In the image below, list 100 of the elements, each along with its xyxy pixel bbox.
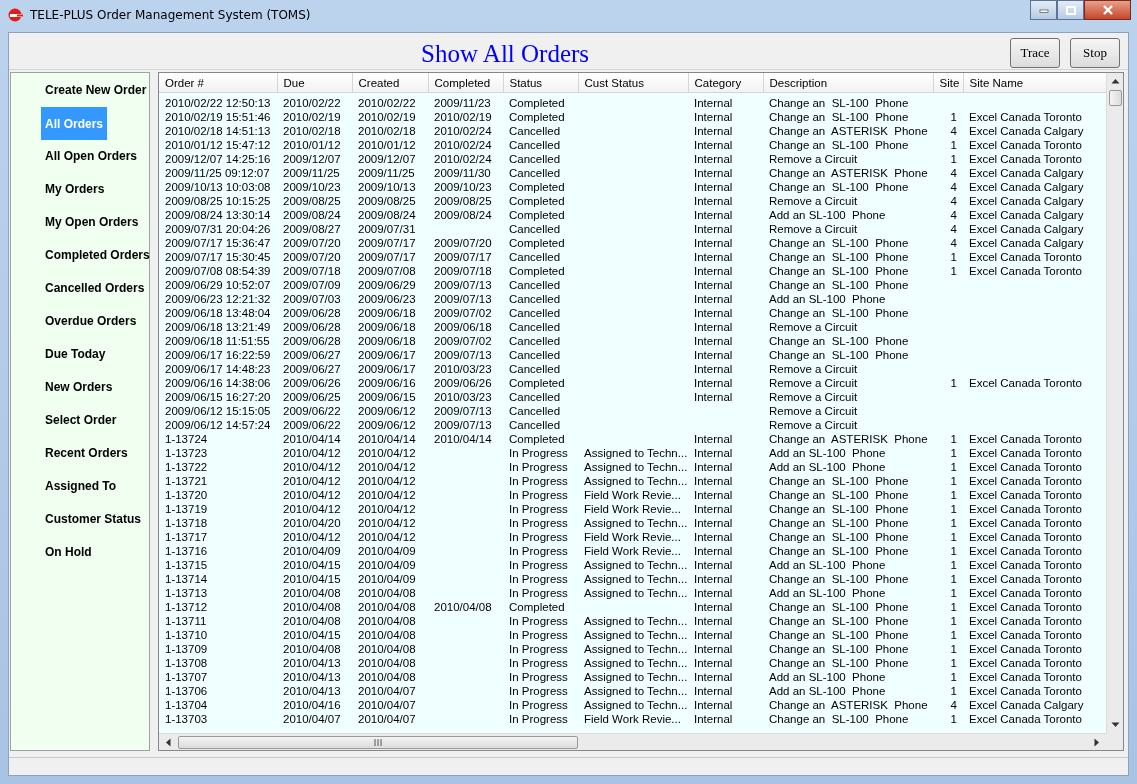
table-cell: Internal — [694, 139, 733, 151]
table-cell: Completed — [509, 377, 565, 389]
column-header[interactable]: Category — [688, 73, 763, 93]
table-cell: 2010/03/23 — [434, 363, 492, 375]
sidebar-item[interactable]: My Orders — [43, 179, 107, 199]
scroll-left-icon[interactable] — [165, 737, 171, 747]
table-cell: 2009/06/18 13:21:49 — [165, 321, 271, 333]
toolbar-button[interactable]: Trace — [1010, 38, 1060, 68]
column-header[interactable]: Description — [763, 73, 933, 93]
table-cell: Internal — [694, 699, 733, 711]
table-cell: Internal — [694, 475, 733, 487]
sidebar-item[interactable]: Cancelled Orders — [43, 278, 147, 298]
table-cell: 2009/10/23 — [434, 181, 492, 193]
table-cell: 2009/07/17 15:30:45 — [165, 251, 271, 263]
column-header[interactable]: Completed — [428, 73, 503, 93]
table-cell: Add an SL-100 Phone — [769, 293, 886, 305]
table-cell: Change an SL-100 Phone — [769, 489, 909, 501]
sidebar-item[interactable]: My Open Orders — [43, 212, 141, 232]
table-cell: 1-13718 — [165, 517, 208, 529]
table-cell: In Progress — [509, 671, 568, 683]
sidebar-item[interactable]: Assigned To — [43, 476, 119, 496]
table-cell: 2009/07/02 — [434, 307, 492, 319]
sidebar-item[interactable]: Recent Orders — [43, 443, 130, 463]
table-cell: 1-13714 — [165, 573, 208, 585]
table-cell: Cancelled — [509, 153, 561, 165]
table-cell: Excel Canada Toronto — [969, 629, 1082, 641]
minimize-button[interactable] — [1030, 0, 1057, 20]
table-cell: 2009/08/24 — [434, 209, 492, 221]
maximize-button[interactable] — [1057, 0, 1084, 20]
table-cell: Add an SL-100 Phone — [769, 587, 886, 599]
table-cell: Completed — [509, 209, 565, 221]
sidebar-item[interactable]: Customer Status — [43, 509, 144, 529]
table-cell: 2009/10/13 10:03:08 — [165, 181, 271, 193]
table-cell: 1 — [950, 587, 957, 599]
window-title: TELE-PLUS Order Management System (TOMS) — [30, 8, 311, 22]
table-cell: Excel Canada Toronto — [969, 545, 1082, 557]
scroll-right-icon[interactable] — [1094, 737, 1100, 747]
vertical-scrollbar[interactable] — [1106, 73, 1123, 733]
table-cell: Completed — [509, 97, 565, 109]
close-button[interactable] — [1084, 0, 1131, 20]
close-icon[interactable] — [1101, 5, 1114, 15]
table-cell: 1-13711 — [165, 615, 207, 627]
table-cell: Excel Canada Toronto — [969, 657, 1082, 669]
scroll-up-icon[interactable] — [1110, 78, 1120, 84]
table-cell: 2009/08/25 — [358, 195, 416, 207]
table-cell: 2009/06/22 — [283, 419, 341, 431]
table-cell: 2010/04/09 — [358, 545, 416, 557]
table-cell: 2010/04/12 — [283, 489, 341, 501]
column-header[interactable]: Site Name — [963, 73, 1106, 93]
column-header[interactable]: Order # — [159, 73, 277, 93]
table-cell: In Progress — [509, 713, 568, 725]
table-cell: Field Work Revie... — [584, 489, 681, 501]
column-header[interactable]: Status — [503, 73, 578, 93]
sidebar-item[interactable]: Create New Order — [43, 80, 149, 100]
table-cell: Remove a Circuit — [769, 377, 858, 389]
table-cell: 2010/04/12 — [358, 447, 416, 459]
table-cell: 2009/06/18 — [434, 321, 492, 333]
table-cell: 2009/12/07 14:25:16 — [165, 153, 271, 165]
table-cell: 2010/04/08 — [358, 615, 416, 627]
table-cell: 1-13704 — [165, 699, 208, 711]
sidebar-item[interactable]: Overdue Orders — [43, 311, 139, 331]
table-cell: 2010/02/22 — [358, 97, 416, 109]
sidebar-item[interactable]: Select Order — [43, 410, 119, 430]
column-header[interactable]: Created — [352, 73, 428, 93]
column-header[interactable]: Site — [933, 73, 963, 93]
table-cell: 1-13712 — [165, 601, 208, 613]
table-cell: 2009/06/28 — [283, 307, 341, 319]
table-cell: 1 — [950, 671, 957, 683]
sidebar-item[interactable]: On Hold — [43, 542, 94, 562]
table-cell: 2009/06/26 — [283, 377, 341, 389]
scroll-thumb[interactable] — [178, 735, 578, 749]
table-cell: 2010/04/07 — [358, 699, 416, 711]
table-cell: Change an SL-100 Phone — [769, 237, 909, 249]
table-cell: 4 — [950, 223, 957, 235]
table-cell: Assigned to Techn... — [584, 517, 688, 529]
table-cell: Internal — [694, 433, 733, 445]
table-cell: In Progress — [509, 615, 568, 627]
toolbar-button[interactable]: Stop — [1070, 38, 1120, 68]
table-cell: Excel Canada Toronto — [969, 489, 1082, 501]
table-cell: Internal — [694, 461, 733, 473]
table-cell: Excel Canada Toronto — [969, 461, 1082, 473]
table-cell: 2010/04/16 — [283, 699, 341, 711]
sidebar-item[interactable]: All Open Orders — [43, 146, 140, 166]
table-cell: Excel Canada Calgary — [969, 223, 1084, 235]
table-cell: Internal — [694, 685, 733, 697]
scroll-thumb[interactable] — [1108, 90, 1122, 106]
sidebar-item[interactable]: Due Today — [43, 344, 108, 364]
table-cell: 2009/06/28 — [283, 321, 341, 333]
minimize-icon[interactable] — [1038, 7, 1049, 13]
horizontal-scrollbar[interactable] — [159, 733, 1106, 750]
table-cell: Completed — [509, 265, 565, 277]
column-header[interactable]: Cust Status — [578, 73, 688, 93]
sidebar-item[interactable]: New Orders — [43, 377, 115, 397]
table-cell: Change an SL-100 Phone — [769, 97, 909, 109]
sidebar-item[interactable]: Completed Orders — [43, 245, 152, 265]
scroll-down-icon[interactable] — [1110, 722, 1120, 728]
table-cell: 2010/02/24 — [434, 153, 492, 165]
table-cell: 2010/01/12 — [283, 139, 341, 151]
table-cell: Cancelled — [509, 167, 561, 179]
column-header[interactable]: Due — [277, 73, 352, 93]
